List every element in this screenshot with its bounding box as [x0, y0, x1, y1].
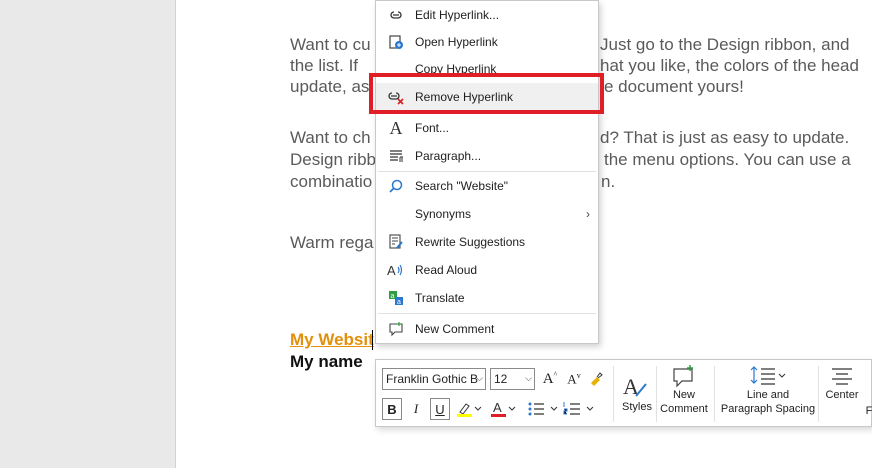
document-text-line: the list. If — [290, 56, 359, 75]
chevron-right-icon: › — [586, 207, 590, 221]
website-hyperlink[interactable]: My Websit — [290, 330, 374, 350]
document-text-line: Want to ch — [290, 128, 371, 147]
name-text: My name — [290, 352, 363, 371]
menu-item-label: Translate — [415, 291, 465, 305]
menu-item-label: Rewrite Suggestions — [415, 235, 526, 249]
document-text-line: Just go to the Design ribbon, and — [600, 35, 850, 54]
menu-item-label: Search "Website" — [415, 179, 509, 193]
shrink-font-button[interactable]: Av — [564, 368, 584, 390]
open-hyperlink-icon — [387, 33, 405, 51]
menu-item-edit-hyperlink[interactable]: Edit Hyperlink... — [376, 1, 598, 29]
menu-item-label: Read Aloud — [415, 263, 478, 277]
underline-button[interactable]: U — [430, 398, 450, 420]
format-painter-icon — [591, 372, 603, 386]
toolbar-divider — [656, 366, 657, 422]
svg-text:a: a — [397, 299, 401, 306]
grow-font-button[interactable]: A^ — [540, 368, 560, 390]
font-icon: A — [389, 117, 403, 138]
menu-item-synonyms[interactable]: Synonyms › — [376, 200, 598, 228]
toolbar-divider — [613, 366, 614, 422]
document-text-line: update, as — [290, 77, 370, 96]
translate-icon: aa — [387, 289, 405, 307]
menu-item-label: Edit Hyperlink... — [415, 8, 500, 22]
document-text-line: e document yours! — [604, 77, 744, 96]
font-color-icon: A — [491, 400, 516, 417]
edit-hyperlink-icon — [387, 6, 405, 24]
svg-text:A: A — [387, 263, 396, 278]
menu-item-label: New Comment — [415, 322, 495, 336]
remove-hyperlink-highlight-box — [369, 73, 604, 114]
rewrite-icon — [387, 233, 405, 251]
svg-text:a: a — [391, 293, 395, 300]
menu-item-font[interactable]: A Font... — [376, 114, 598, 142]
menu-item-open-hyperlink[interactable]: Open Hyperlink — [376, 28, 598, 56]
line-spacing-icon — [750, 366, 786, 385]
numbering-button[interactable] — [562, 398, 598, 420]
center-align-button[interactable]: Center — [822, 364, 862, 402]
bold-button[interactable]: B — [382, 398, 402, 420]
line-spacing-label-2: Paragraph Spacing — [720, 403, 816, 415]
svg-text:A: A — [493, 400, 502, 415]
shrink-font-icon: Av — [567, 370, 581, 387]
bullets-icon — [528, 402, 558, 416]
cut-off-button-label: F — [865, 405, 872, 417]
styles-label: Styles — [622, 401, 652, 413]
new-comment-button[interactable]: New Comment — [658, 364, 710, 416]
numbering-icon — [563, 402, 594, 415]
center-align-icon — [832, 368, 852, 385]
search-icon — [387, 177, 405, 195]
document-text-line: Design ribb — [290, 150, 376, 169]
read-aloud-icon: A — [387, 261, 405, 279]
new-comment-label-1: New — [672, 389, 695, 401]
mini-toolbar: Franklin Gothic B ⌵ 12 ⌵ A^ Av A Styles … — [375, 359, 872, 427]
menu-item-translate[interactable]: aa Translate — [376, 284, 598, 312]
menu-item-new-comment[interactable]: New Comment — [376, 315, 598, 343]
menu-item-read-aloud[interactable]: A Read Aloud — [376, 256, 598, 284]
grow-font-icon: A^ — [542, 370, 558, 387]
format-painter-button[interactable] — [586, 368, 606, 390]
chevron-down-icon: ⌵ — [525, 373, 532, 383]
toolbar-divider — [818, 366, 819, 422]
font-name-value: Franklin Gothic B — [386, 372, 479, 386]
line-spacing-button[interactable]: Line and Paragraph Spacing — [716, 364, 820, 416]
highlight-color-button[interactable] — [454, 398, 484, 420]
new-comment-icon — [673, 365, 693, 388]
document-text-line: combinatio — [290, 172, 373, 191]
menu-item-rewrite-suggestions[interactable]: Rewrite Suggestions — [376, 228, 598, 256]
menu-item-label: Synonyms — [415, 207, 472, 221]
menu-item-paragraph[interactable]: Paragraph... — [376, 142, 598, 170]
comment-icon — [387, 320, 405, 338]
bullets-button[interactable] — [526, 398, 562, 420]
context-menu: Edit Hyperlink... Open Hyperlink Copy Hy… — [375, 0, 599, 344]
center-align-label: Center — [825, 389, 859, 401]
chevron-down-icon: ⌵ — [476, 373, 483, 383]
font-size-box[interactable]: 12 ⌵ — [490, 368, 535, 390]
menu-item-label: Open Hyperlink — [415, 35, 498, 49]
toolbar-divider — [714, 366, 715, 422]
highlighter-icon — [457, 403, 482, 417]
document-text-line: hat you like, the colors of the head — [600, 56, 859, 75]
text-cursor — [372, 330, 373, 350]
italic-button[interactable]: I — [406, 398, 426, 420]
document-text-line: Want to cu — [290, 35, 371, 54]
font-size-value: 12 — [494, 372, 508, 386]
document-text-line: Warm rega — [290, 233, 374, 252]
styles-icon: A — [623, 374, 647, 399]
document-text-line: n. — [601, 172, 616, 191]
menu-divider — [378, 313, 596, 314]
document-text-line: d? That is just as easy to update. — [600, 128, 850, 147]
new-comment-label-2: Comment — [660, 403, 708, 415]
line-spacing-label-1: Line and — [746, 389, 790, 401]
font-color-button[interactable]: A — [488, 398, 518, 420]
menu-item-label: Paragraph... — [415, 149, 482, 163]
document-text-line: the menu options. You can use a — [604, 150, 851, 169]
menu-item-label: Font... — [415, 121, 450, 135]
menu-item-search[interactable]: Search "Website" — [376, 172, 598, 200]
paragraph-icon — [387, 147, 405, 165]
font-name-box[interactable]: Franklin Gothic B ⌵ — [382, 368, 486, 390]
